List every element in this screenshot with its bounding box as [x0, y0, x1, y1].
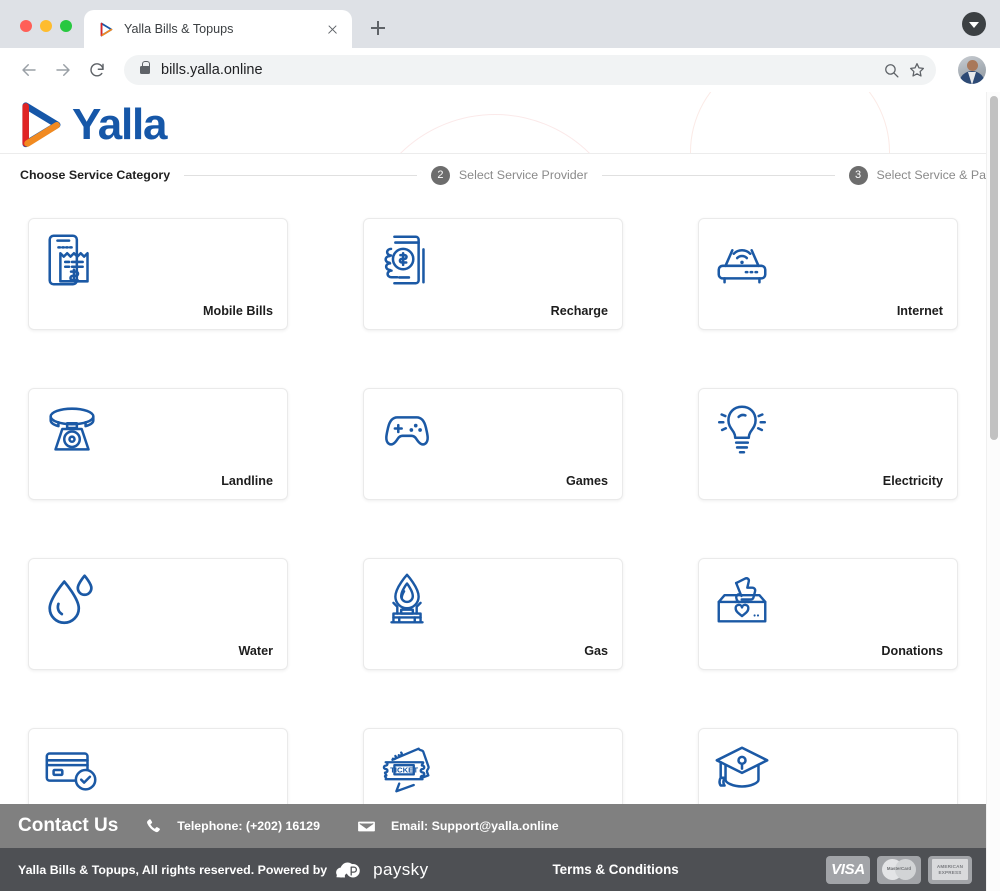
- window-traffic-lights: [0, 20, 84, 48]
- maximize-window-button[interactable]: [60, 20, 72, 32]
- yalla-play-icon: [98, 21, 115, 38]
- mastercard-text: MasterCard: [886, 866, 912, 871]
- wifi-router-icon: [711, 229, 773, 291]
- browser-tab[interactable]: Yalla Bills & Topups: [84, 10, 352, 48]
- category-label: Donations: [881, 644, 943, 658]
- hand-holding-phone-money-icon: [376, 229, 438, 291]
- reload-button[interactable]: [82, 55, 112, 85]
- forward-button[interactable]: [48, 55, 78, 85]
- logo-text: Yalla: [72, 100, 168, 149]
- site-logo[interactable]: Yalla: [14, 98, 168, 152]
- visa-text: VISA: [831, 861, 865, 878]
- step-1-choose-service-category[interactable]: Choose Service Category: [20, 168, 170, 182]
- step-1-label: Choose Service Category: [20, 168, 171, 182]
- graduation-cap-icon: [711, 739, 773, 801]
- category-card-electricity[interactable]: Electricity: [698, 388, 958, 500]
- step-2-number: 2: [430, 165, 450, 185]
- mastercard-badge: MasterCard: [877, 855, 921, 884]
- terms-and-conditions-link[interactable]: Terms & Conditions: [552, 862, 678, 877]
- visa-badge: VISA: [826, 855, 870, 884]
- category-card-landline[interactable]: Landline: [28, 388, 288, 500]
- service-category-section: Mobile Bills Recharge Internet Landline …: [0, 196, 986, 840]
- page-scrollbar[interactable]: [986, 92, 1000, 891]
- step-2-label: Select Service Provider: [458, 168, 588, 182]
- scrollbar-thumb[interactable]: [990, 96, 998, 440]
- step-connector-2: [601, 174, 835, 176]
- mobile-bill-icon: [41, 229, 103, 291]
- copyright-text: Yalla Bills & Topups, All rights reserve…: [18, 860, 428, 880]
- amex-badge: AMERICAN EXPRESS: [928, 855, 972, 884]
- browser-window: Yalla Bills & Topups bills.yalla.online: [0, 0, 1000, 891]
- url-text: bills.yalla.online: [161, 62, 263, 78]
- category-card-recharge[interactable]: Recharge: [363, 218, 623, 330]
- payment-badges: VISA MasterCard AMERICAN EXPRESS: [826, 855, 972, 884]
- ticket-icon: TICKET: [376, 739, 438, 801]
- address-bar[interactable]: bills.yalla.online: [124, 55, 936, 85]
- step-3-select-service-and-pay[interactable]: 3 Select Service & Pa: [848, 165, 987, 185]
- lightbulb-icon: [711, 399, 773, 461]
- category-label: Gas: [584, 644, 608, 658]
- contact-phone: Telephone: (+202) 16129: [177, 819, 320, 833]
- tab-title: Yalla Bills & Topups: [124, 22, 234, 36]
- paysky-cloud-icon: [335, 860, 365, 880]
- category-label: Internet: [896, 304, 943, 318]
- landline-phone-icon: [41, 399, 103, 461]
- lock-icon: [140, 61, 150, 74]
- category-card-donations[interactable]: Donations: [698, 558, 958, 670]
- page-viewport: Yalla Choose Service Category 2 Select S…: [0, 92, 1000, 891]
- site-header: Yalla: [0, 92, 986, 154]
- category-card-games[interactable]: Games: [363, 388, 623, 500]
- category-label: Water: [238, 644, 273, 658]
- search-icon[interactable]: [878, 57, 904, 83]
- decorative-arc: [360, 114, 630, 153]
- gamepad-icon: [376, 399, 438, 461]
- contact-email: Email: Support@yalla.online: [390, 819, 559, 833]
- category-label: Mobile Bills: [203, 304, 273, 318]
- copyright-label: Yalla Bills & Topups, All rights reserve…: [18, 862, 328, 877]
- tab-strip: Yalla Bills & Topups: [0, 0, 1000, 48]
- category-label: Landline: [221, 474, 273, 488]
- category-label: Games: [565, 474, 608, 488]
- step-3-label: Select Service & Pa: [876, 168, 987, 182]
- service-category-grid: Mobile Bills Recharge Internet Landline …: [28, 218, 958, 840]
- contact-bar: Contact Us Telephone: (+202) 16129 Email…: [0, 804, 986, 848]
- profile-avatar[interactable]: [958, 56, 986, 84]
- category-label: Electricity: [882, 474, 943, 488]
- category-card-water[interactable]: Water: [28, 558, 288, 670]
- star-icon[interactable]: [904, 57, 930, 83]
- checkout-stepper: Choose Service Category 2 Select Service…: [0, 154, 986, 196]
- minimize-window-button[interactable]: [40, 20, 52, 32]
- category-card-internet[interactable]: Internet: [698, 218, 958, 330]
- new-tab-button[interactable]: [364, 14, 392, 42]
- step-3-number: 3: [848, 165, 868, 185]
- donation-box-icon: [711, 569, 773, 631]
- envelope-icon: [356, 816, 377, 837]
- decorative-arc-2: [690, 92, 890, 153]
- water-drop-icon: [41, 569, 103, 631]
- gas-flame-icon: [376, 569, 438, 631]
- step-connector-1: [184, 174, 417, 176]
- close-window-button[interactable]: [20, 20, 32, 32]
- page-content: Yalla Choose Service Category 2 Select S…: [0, 92, 986, 891]
- phone-icon: [144, 817, 163, 836]
- site-footer: Yalla Bills & Topups, All rights reserve…: [0, 848, 986, 891]
- yalla-play-icon: [22, 102, 61, 148]
- category-label: Recharge: [550, 304, 608, 318]
- close-tab-button[interactable]: [323, 20, 342, 39]
- contact-us-title: Contact Us: [18, 815, 119, 836]
- back-button[interactable]: [14, 55, 44, 85]
- tab-list-menu-button[interactable]: [962, 12, 986, 36]
- browser-toolbar: bills.yalla.online: [0, 48, 1000, 92]
- step-2-select-service-provider[interactable]: 2 Select Service Provider: [430, 165, 588, 185]
- paysky-wordmark: paysky: [373, 859, 429, 879]
- category-card-gas[interactable]: Gas: [363, 558, 623, 670]
- category-card-mobile-bills[interactable]: Mobile Bills: [28, 218, 288, 330]
- credit-card-check-icon: [41, 739, 103, 801]
- amex-line-2: EXPRESS: [938, 869, 962, 875]
- svg-text:TICKET: TICKET: [390, 766, 418, 775]
- chevron-down-icon: [969, 21, 979, 28]
